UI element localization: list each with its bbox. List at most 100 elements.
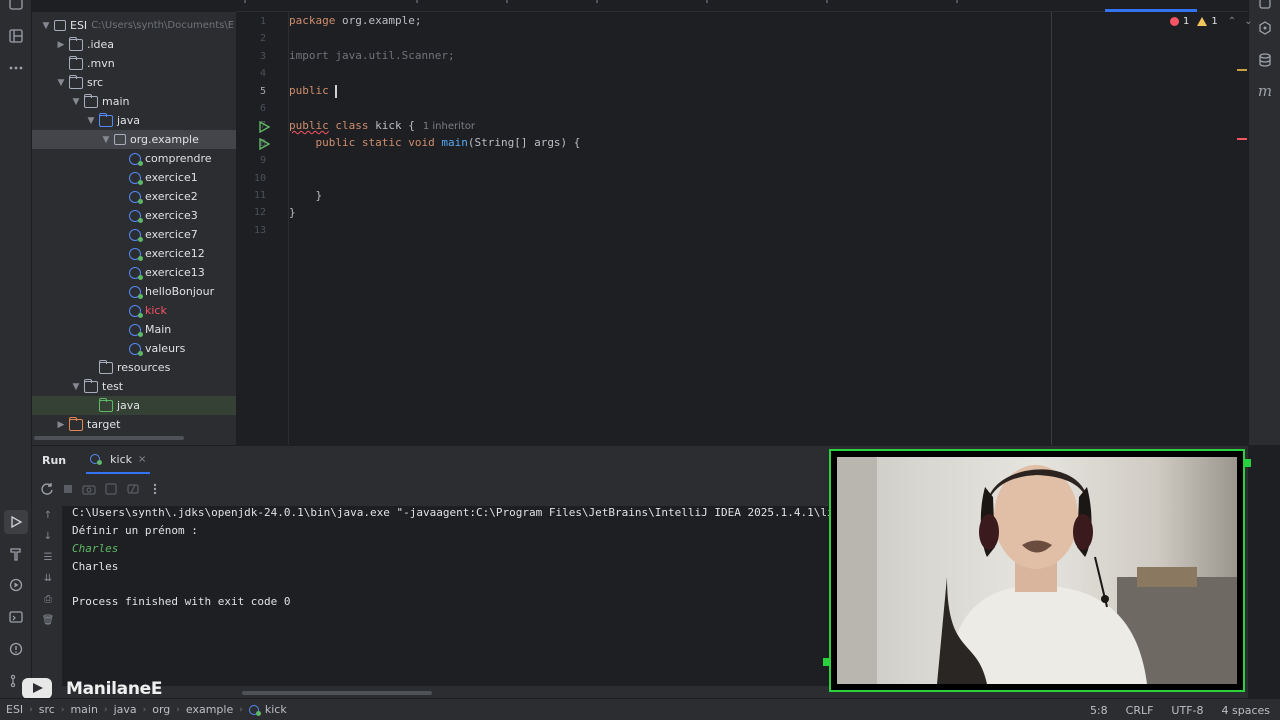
breadcrumb-item-esi[interactable]: ESI (6, 703, 23, 716)
services-icon[interactable] (4, 573, 28, 597)
project-icon (54, 20, 66, 31)
tree-item-main[interactable]: ▼ main (32, 92, 236, 111)
problems-icon[interactable] (4, 637, 28, 661)
chevron-right-icon[interactable]: ▶ (55, 420, 67, 430)
line-separator[interactable]: CRLF (1126, 704, 1154, 717)
tree-item-kick[interactable]: kick (32, 301, 236, 320)
webcam-handle[interactable] (823, 658, 831, 666)
project-scrollbar-horizontal[interactable] (34, 436, 184, 440)
inspection-widget[interactable]: 1 1 ⌃ ⌄ (1170, 16, 1253, 27)
stop-icon[interactable] (62, 483, 74, 495)
chevron-down-icon[interactable]: ▼ (55, 78, 67, 88)
terminal-icon[interactable] (4, 605, 28, 629)
warning-stripe-marker[interactable] (1237, 69, 1247, 71)
caret-position[interactable]: 5:8 (1090, 704, 1108, 717)
tree-item-org-example[interactable]: ▼ org.example (32, 130, 236, 149)
breadcrumb-item-java[interactable]: java (114, 703, 137, 716)
chevron-down-icon[interactable]: ▼ (85, 116, 97, 126)
tree-item-exercice7[interactable]: exercice7 (32, 225, 236, 244)
tree-item-label: resources (117, 361, 171, 374)
build-hammer-icon[interactable] (4, 542, 28, 566)
breadcrumb-item-org[interactable]: org (152, 703, 170, 716)
tree-item-target[interactable]: ▶ target (32, 415, 236, 434)
chevron-down-icon[interactable]: ▼ (100, 135, 112, 145)
chevron-right-icon[interactable]: ▶ (55, 40, 67, 50)
tree-item-valeurs[interactable]: valeurs (32, 339, 236, 358)
breadcrumb-item-example[interactable]: example (186, 703, 233, 716)
code-editor[interactable]: 1 2 3 4 5 6 7 8 9 10 11 12 13 package org.example; i… (236, 12, 1253, 445)
run-tool-icon[interactable] (4, 510, 28, 534)
tree-item-main[interactable]: Main (32, 320, 236, 339)
folder-icon (69, 55, 83, 70)
chevron-down-icon[interactable]: ⌄ (1244, 16, 1252, 27)
tree-item-hellobonjour[interactable]: helloBonjour (32, 282, 236, 301)
structure-icon[interactable] (4, 24, 28, 48)
webcam-handle[interactable] (1243, 459, 1251, 467)
chevron-down-icon[interactable]: ▼ (70, 97, 82, 107)
chevron-down-icon[interactable]: ▼ (40, 21, 52, 31)
gutter-separator (288, 12, 289, 445)
line-number: 3 (259, 50, 266, 62)
more-tools-icon[interactable] (4, 56, 28, 80)
tree-item--idea[interactable]: ▶ .idea (32, 35, 236, 54)
run-class-icon[interactable] (258, 121, 270, 133)
tree-item-exercice2[interactable]: exercice2 (32, 187, 236, 206)
print-icon[interactable]: ⎙ (40, 594, 56, 615)
soft-wrap-icon[interactable]: ☰ (40, 552, 56, 573)
tree-item-java[interactable]: java (32, 396, 236, 415)
run-main-icon[interactable] (258, 138, 270, 150)
folder-icon (84, 93, 98, 108)
main-menu-icon[interactable] (4, 0, 28, 16)
console-output[interactable]: C:\Users\synth\.jdks\openjdk-24.0.1\bin\… (62, 506, 867, 686)
tree-item-comprendre[interactable]: comprendre (32, 149, 236, 168)
indent-setting[interactable]: 4 spaces (1222, 704, 1271, 717)
tree-item-exercice3[interactable]: exercice3 (32, 206, 236, 225)
export-icon[interactable] (104, 482, 118, 496)
close-icon[interactable]: × (138, 454, 146, 465)
channel-name: ManilaneE (66, 678, 163, 699)
folder-icon (99, 397, 113, 412)
ai-assistant-icon[interactable] (1253, 16, 1277, 40)
tree-item-resources[interactable]: resources (32, 358, 236, 377)
tree-item-exercice1[interactable]: exercice1 (32, 168, 236, 187)
tree-item-test[interactable]: ▼ test (32, 377, 236, 396)
tree-root[interactable]: ▼ ESI C:\Users\synth\Documents\E (32, 16, 236, 35)
more-options-icon[interactable] (148, 482, 162, 496)
breadcrumb-item-main[interactable]: main (70, 703, 97, 716)
code-line-1: package org.example; (289, 14, 421, 31)
run-tab-kick[interactable]: kick × (86, 446, 151, 474)
chevron-down-icon[interactable]: ▼ (70, 382, 82, 392)
notifications-icon[interactable] (1253, 0, 1277, 16)
chevron-up-icon[interactable]: ⌃ (1228, 16, 1236, 27)
error-stripe-marker[interactable] (1237, 138, 1247, 140)
console-scrollbar[interactable] (242, 691, 432, 695)
maven-icon[interactable]: m (1253, 79, 1277, 103)
trash-icon[interactable]: 🗑 (40, 615, 56, 636)
tree-item-exercice12[interactable]: exercice12 (32, 244, 236, 263)
java-class-icon (129, 323, 143, 337)
webcam-feed (837, 457, 1237, 684)
scroll-to-end-icon[interactable]: ⇊ (40, 573, 56, 594)
tree-item-label: java (117, 114, 141, 127)
inheritor-hint[interactable]: 1 inheritor (423, 121, 475, 132)
tree-item-label: org.example (130, 133, 199, 146)
breadcrumb-item-src[interactable]: src (39, 703, 55, 716)
breadcrumb-item-kick[interactable]: kick (265, 703, 287, 716)
database-icon[interactable] (1253, 48, 1277, 72)
restore-layout-icon[interactable] (126, 482, 140, 496)
arrow-down-icon[interactable]: ↓ (40, 531, 56, 552)
chevron-right-icon: › (60, 704, 65, 715)
chevron-right-icon: › (142, 704, 147, 715)
arrow-up-icon[interactable]: ↑ (40, 510, 56, 531)
code-line-8: public static void main(String[] args) { (289, 136, 581, 153)
tree-item--mvn[interactable]: .mvn (32, 54, 236, 73)
camera-icon[interactable] (82, 482, 96, 496)
tree-item-src[interactable]: ▼ src (32, 73, 236, 92)
rerun-icon[interactable] (40, 482, 54, 496)
file-encoding[interactable]: UTF-8 (1171, 704, 1203, 717)
line-number: 5 (259, 85, 266, 97)
java-class-icon (129, 190, 143, 204)
tree-item-exercice13[interactable]: exercice13 (32, 263, 236, 282)
chevron-right-icon: › (239, 704, 243, 715)
tree-item-java[interactable]: ▼ java (32, 111, 236, 130)
